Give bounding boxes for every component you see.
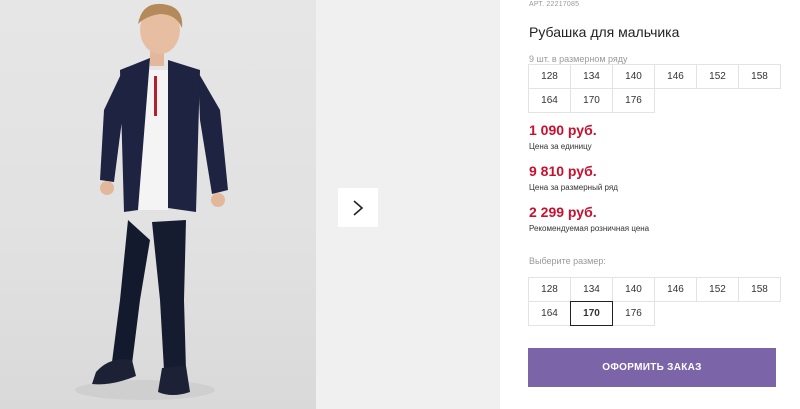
- size-option[interactable]: 134: [570, 277, 613, 302]
- boy-figure-illustration: [75, 3, 228, 400]
- size-option[interactable]: 176: [612, 301, 655, 326]
- retail-price: 2 299 руб.: [529, 204, 597, 220]
- choose-size-label: Выберите размер:: [529, 256, 606, 266]
- size-option[interactable]: 140: [612, 277, 655, 302]
- size-range-cell: 140: [612, 64, 655, 89]
- article-number: АРТ. 22217085: [529, 1, 580, 8]
- size-option[interactable]: 128: [528, 277, 571, 302]
- unit-price-note: Цена за единицу: [529, 142, 592, 151]
- size-range-label: 9 шт. в размерном ряду: [529, 54, 628, 64]
- size-range-grid: 128 134 140 146 152 158 164 170 176: [528, 64, 781, 113]
- size-range-cell: 158: [738, 64, 781, 89]
- size-range-cell: 146: [654, 64, 697, 89]
- product-title: Рубашка для мальчика: [529, 24, 680, 40]
- size-range-cell: 152: [696, 64, 739, 89]
- range-price: 9 810 руб.: [529, 163, 597, 179]
- retail-price-note: Рекомендуемая розничная цена: [529, 224, 650, 233]
- place-order-button[interactable]: ОФОРМИТЬ ЗАКАЗ: [528, 348, 776, 387]
- size-range-cell: 164: [528, 88, 571, 113]
- size-range-cell: 170: [570, 88, 613, 113]
- product-photo: [0, 0, 316, 409]
- size-option-selected[interactable]: 170: [570, 301, 613, 326]
- size-range-cell: 176: [612, 88, 655, 113]
- size-range-cell: 134: [570, 64, 613, 89]
- size-range-cell: 128: [528, 64, 571, 89]
- size-option[interactable]: 152: [696, 277, 739, 302]
- size-selector: 128 134 140 146 152 158 164 170 176: [528, 277, 781, 326]
- size-option[interactable]: 158: [738, 277, 781, 302]
- size-option[interactable]: 164: [528, 301, 571, 326]
- chevron-right-icon: [353, 199, 364, 216]
- gallery-next-button[interactable]: [338, 188, 378, 227]
- unit-price: 1 090 руб.: [529, 122, 597, 138]
- size-option[interactable]: 146: [654, 277, 697, 302]
- range-price-note: Цена за размерный ряд: [529, 183, 618, 192]
